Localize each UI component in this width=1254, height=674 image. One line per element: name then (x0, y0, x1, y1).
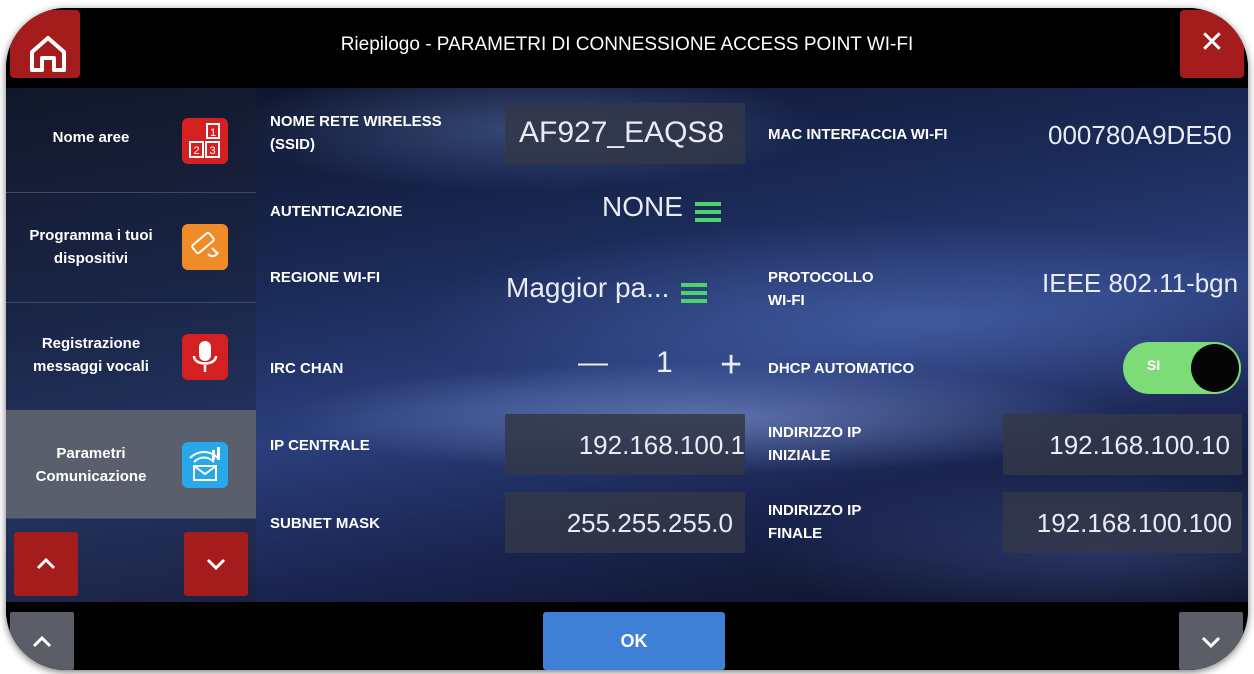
close-icon: ✕ (1199, 26, 1225, 59)
menu-icon (681, 279, 708, 307)
chevron-up-icon (36, 557, 56, 570)
auth-value: NONE (602, 191, 683, 222)
region-select[interactable]: Maggior pa... (506, 272, 708, 307)
ip-central-label: IP CENTRALE (270, 437, 370, 454)
auth-label: AUTENTICAZIONE (270, 203, 403, 220)
svg-text:2: 2 (193, 145, 199, 157)
sidebar-item-nome-aree[interactable]: Nome aree 1 2 3 (6, 88, 256, 193)
subnet-value: 255.255.255.0 (566, 508, 733, 538)
ip-central-field[interactable]: 192.168.100.1 (505, 414, 745, 475)
protocol-value: IEEE 802.11-bgn (1042, 268, 1239, 298)
sidebar-item-registrazione[interactable]: Registrazione messaggi vocali (6, 302, 256, 411)
sidebar: Nome aree 1 2 3 Programma i tuoi disposi… (6, 88, 256, 602)
sidebar-item-parametri[interactable]: Parametri Comunicazione (6, 410, 256, 519)
auth-select[interactable]: NONE (602, 191, 721, 226)
ip-start-value: 192.168.100.10 (1049, 430, 1230, 460)
ip-end-field[interactable]: 192.168.100.100 (1003, 492, 1242, 553)
close-button[interactable]: ✕ (1180, 10, 1244, 78)
protocol-label: PROTOCOLLO WI-FI (768, 269, 874, 309)
page-up-button[interactable] (10, 612, 74, 670)
mac-label: MAC INTERFACCIA WI-FI (768, 126, 948, 143)
irc-increase-button[interactable]: + (720, 344, 742, 387)
numbered-areas-icon: 1 2 3 (182, 118, 228, 164)
menu-icon (694, 198, 721, 226)
ssid-field[interactable]: AF927_EAQS8 (505, 103, 745, 164)
sidebar-item-programma[interactable]: Programma i tuoi dispositivi (6, 192, 256, 303)
page-down-button[interactable] (1179, 612, 1243, 670)
svg-text:3: 3 (209, 145, 215, 157)
irc-label: IRC CHAN (270, 360, 344, 377)
sidebar-scroll-down-button[interactable] (184, 532, 248, 596)
dhcp-toggle-label: SI (1147, 357, 1161, 373)
ssid-value: AF927_EAQS8 (519, 116, 725, 149)
chevron-up-icon (32, 635, 52, 648)
main-panel: Nome aree 1 2 3 Programma i tuoi disposi… (6, 88, 1248, 602)
toggle-knob (1191, 344, 1239, 392)
sidebar-scroll-up-button[interactable] (14, 532, 78, 596)
region-value: Maggior pa... (506, 272, 670, 303)
mac-value: 000780A9DE50 (1048, 120, 1232, 150)
dhcp-toggle[interactable]: SI (1123, 342, 1241, 394)
irc-value: 1 (656, 346, 673, 379)
ip-start-field[interactable]: 192.168.100.10 (1003, 414, 1242, 475)
irc-decrease-button[interactable]: — (578, 346, 608, 380)
sidebar-item-label: Programma i tuoi dispositivi (29, 227, 153, 267)
ip-start-label: INDIRIZZO IP INIZIALE (768, 424, 862, 464)
ip-central-value: 192.168.100.1 (578, 430, 745, 460)
page-title: Riepilogo - PARAMETRI DI CONNESSIONE ACC… (340, 34, 914, 55)
microphone-icon (182, 334, 228, 380)
settings-content: NOME RETE WIRELESS (SSID) AF927_EAQS8 MA… (256, 88, 1248, 602)
bottom-bar: OK (6, 602, 1248, 670)
ok-button[interactable]: OK (543, 612, 725, 670)
ip-end-label: INDIRIZZO IP FINALE (768, 502, 862, 542)
ip-end-value: 192.168.100.100 (1036, 508, 1232, 538)
sidebar-item-label: Nome aree (52, 129, 130, 146)
device-programming-icon (182, 224, 228, 270)
chevron-down-icon (1201, 636, 1221, 649)
svg-text:1: 1 (210, 127, 216, 139)
chevron-down-icon (206, 558, 226, 571)
subnet-field[interactable]: 255.255.255.0 (505, 492, 745, 553)
dhcp-label: DHCP AUTOMATICO (768, 360, 915, 377)
region-label: REGIONE WI-FI (270, 269, 380, 286)
app-window: Riepilogo - PARAMETRI DI CONNESSIONE ACC… (6, 8, 1248, 670)
ssid-label: NOME RETE WIRELESS (SSID) (270, 113, 442, 153)
sidebar-item-label: Parametri Comunicazione (35, 445, 147, 485)
wifi-communication-icon (182, 442, 228, 488)
subnet-label: SUBNET MASK (270, 515, 381, 532)
top-bar: Riepilogo - PARAMETRI DI CONNESSIONE ACC… (6, 8, 1248, 88)
sidebar-item-label: Registrazione messaggi vocali (33, 335, 149, 375)
